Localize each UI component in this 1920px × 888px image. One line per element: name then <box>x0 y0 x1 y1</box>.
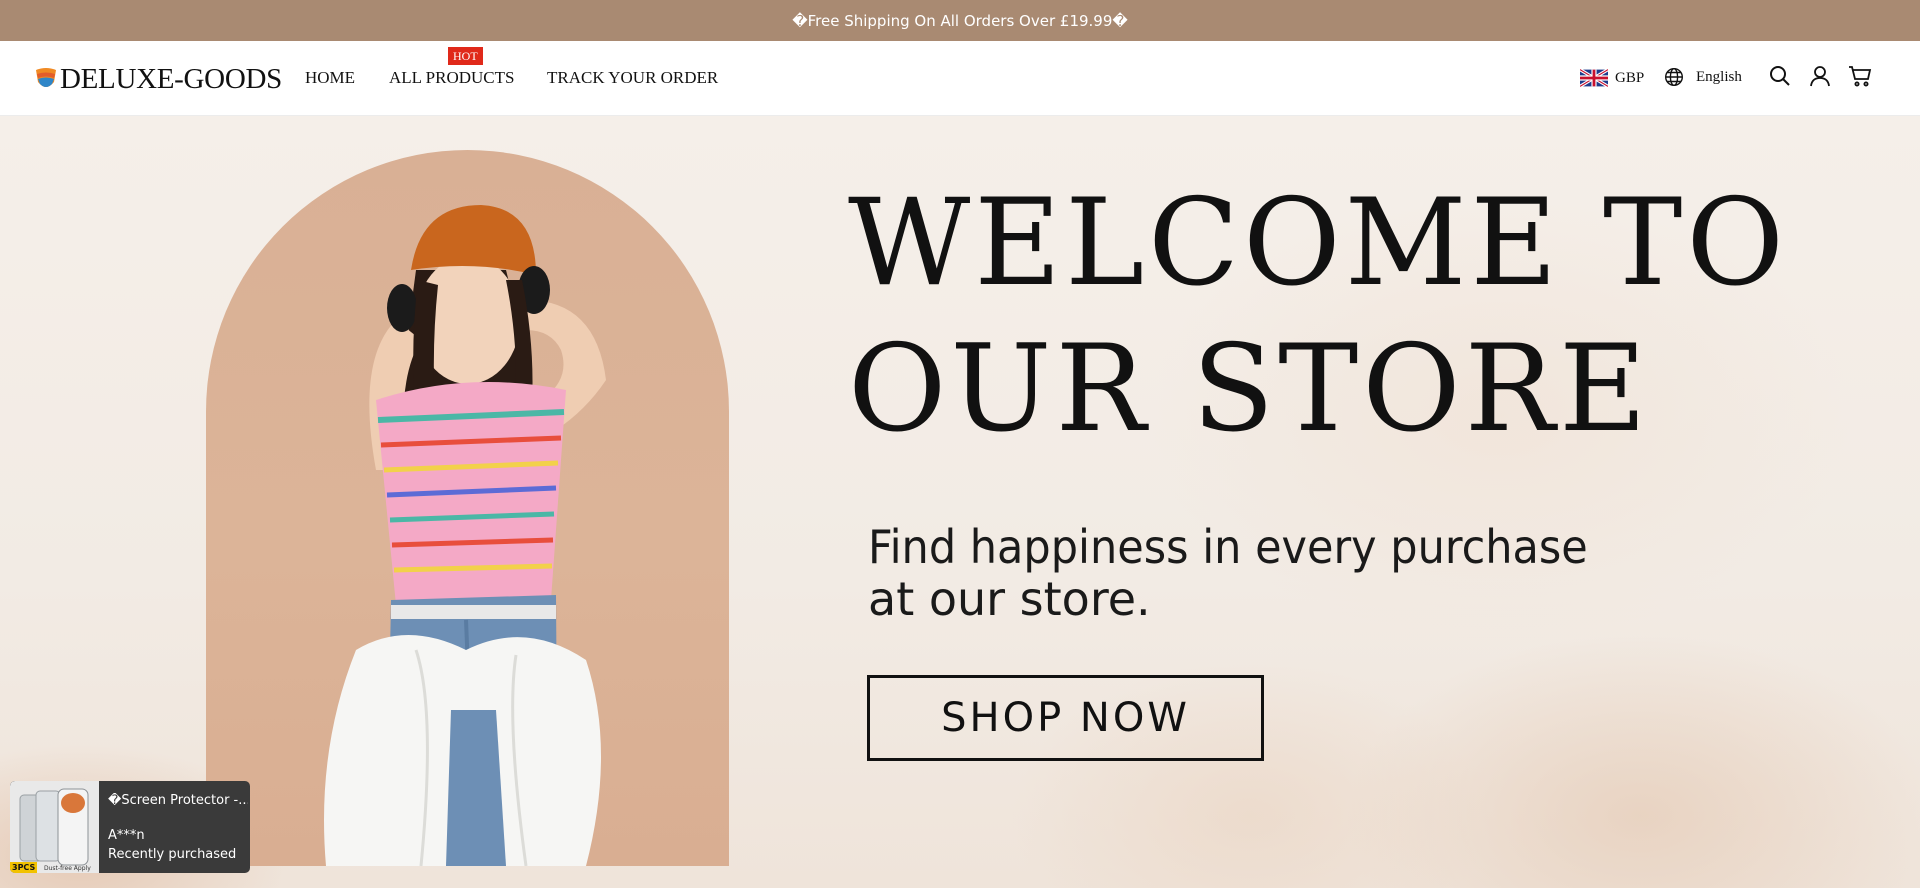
language-selector[interactable]: English <box>1664 67 1742 87</box>
logo[interactable]: DELUXE-GOODS <box>34 63 282 95</box>
language-label: English <box>1696 68 1742 85</box>
hero-headline-line2: OUR STORE <box>848 320 1651 459</box>
shop-now-button[interactable]: SHOP NOW <box>867 675 1264 761</box>
announcement-bar: �Free Shipping On All Orders Over £19.99… <box>0 0 1920 41</box>
logo-text: DELUXE-GOODS <box>60 62 282 95</box>
thumb-badge: 3PCS <box>10 862 38 873</box>
currency-selector[interactable]: GBP <box>1580 69 1644 87</box>
toast-customer: A***n <box>108 828 145 843</box>
search-icon <box>1770 66 1790 86</box>
hero-subtitle-line2: at our store. <box>868 572 1151 626</box>
uk-flag-icon <box>1580 69 1608 87</box>
site-header: DELUXE-GOODS HOME ALL PRODUCTS HOT TRACK… <box>0 41 1920 116</box>
model-image <box>324 205 606 866</box>
product-image <box>10 781 99 873</box>
account-icon <box>1810 66 1830 87</box>
product-thumbnail: 3PCS Dust-free Apply <box>10 781 99 873</box>
cart-button[interactable] <box>1847 63 1873 89</box>
currency-label: GBP <box>1615 69 1645 86</box>
globe-icon <box>1664 67 1684 87</box>
thumb-caption: Dust-free Apply <box>44 865 91 872</box>
hero-subtitle-line1: Find happiness in every purchase <box>868 520 1588 574</box>
toast-product-name: �Screen Protector -... <box>108 793 248 808</box>
cart-icon <box>1849 66 1872 87</box>
recent-purchase-toast[interactable]: 3PCS Dust-free Apply �Screen Protector -… <box>10 781 250 873</box>
nav-home[interactable]: HOME <box>305 68 355 88</box>
nav-track-order[interactable]: TRACK YOUR ORDER <box>547 68 718 88</box>
logo-icon <box>36 68 56 87</box>
search-button[interactable] <box>1767 63 1793 89</box>
nav-all-products[interactable]: ALL PRODUCTS <box>389 68 514 88</box>
account-button[interactable] <box>1807 63 1833 89</box>
hero-arch-frame <box>206 150 729 866</box>
hero-headline-line1: WELCOME TO <box>848 174 1788 313</box>
hot-badge: HOT <box>448 47 483 65</box>
toast-status: Recently purchased <box>108 847 237 862</box>
announcement-text: �Free Shipping On All Orders Over £19.99… <box>792 11 1128 30</box>
hero-banner: WELCOME TO OUR STORE Find happiness in e… <box>0 116 1920 888</box>
